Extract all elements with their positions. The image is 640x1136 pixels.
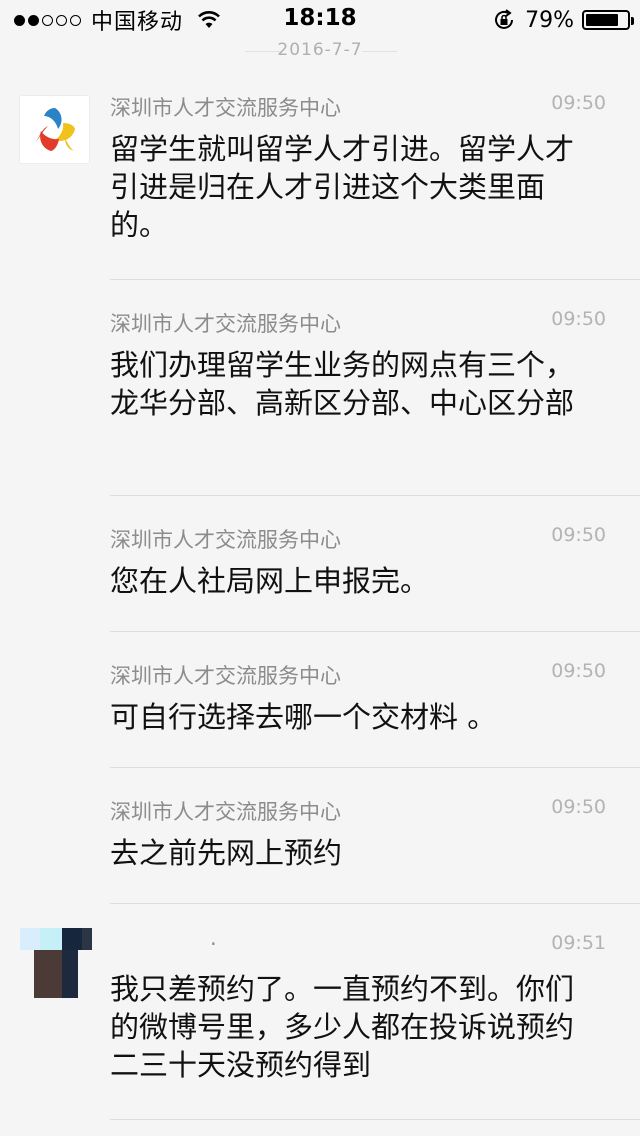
message-time: 09:50 [551, 796, 606, 818]
status-right: 79% [493, 6, 634, 34]
message-text: 去之前先网上预约 [110, 836, 343, 870]
message-time: 09:50 [551, 92, 606, 114]
message-text: 我只差预约了。一直预约不到。你们的微博号里，多少人都在投诉说预约二三十天没预约得… [110, 972, 575, 1082]
message-item[interactable]: 深圳市人才交流服务中心 09:50 您在人社局网上申报完。 [110, 524, 640, 632]
message-sender: 深圳市人才交流服务中心 [110, 96, 341, 120]
message-text: 留学生就叫留学人才引进。留学人才引进是归在人才引进这个大类里面的。 [110, 132, 575, 242]
message-item[interactable]: 深圳市人才交流服务中心 09:50 可自行选择去哪一个交材料 。 [110, 660, 640, 768]
message-item[interactable]: 深圳市人才交流服务中心 09:50 留学生就叫留学人才引进。留学人才引进是归在人… [110, 92, 640, 280]
user-avatar[interactable] [20, 928, 92, 998]
message-text: 我们办理留学生业务的网点有三个，龙华分部、高新区分部、中心区分部 [110, 348, 575, 420]
battery-fill [586, 14, 618, 26]
date-divider: 2016-7-7 [0, 38, 640, 66]
message-divider [110, 631, 640, 632]
message-sender: 深圳市人才交流服务中心 [110, 528, 341, 552]
message-item[interactable]: . 09:51 我只差预约了。一直预约不到。你们的微博号里，多少人都在投诉说预约… [110, 926, 640, 1120]
battery-percent: 79% [525, 7, 574, 33]
message-time: 09:51 [551, 932, 606, 954]
message-time: 09:50 [551, 524, 606, 546]
message-divider [110, 279, 640, 280]
message-text: 可自行选择去哪一个交材料 。 [110, 700, 497, 734]
message-sender: 深圳市人才交流服务中心 [110, 664, 341, 688]
message-divider [110, 495, 640, 496]
message-item[interactable]: 深圳市人才交流服务中心 09:50 我们办理留学生业务的网点有三个，龙华分部、高… [110, 308, 640, 496]
org-avatar[interactable] [19, 95, 90, 164]
org-logo-icon [36, 108, 75, 151]
message-text: 您在人社局网上申报完。 [110, 564, 430, 598]
date-label: 2016-7-7 [277, 40, 363, 60]
message-sender: 深圳市人才交流服务中心 [110, 800, 341, 824]
message-time: 09:50 [551, 660, 606, 682]
message-divider [110, 1119, 640, 1120]
message-divider [110, 767, 640, 768]
status-bar: 中国移动 18:18 79% [0, 0, 640, 40]
battery-icon [582, 10, 634, 30]
rotation-lock-icon [495, 9, 514, 29]
message-sender: . [210, 926, 217, 950]
message-item[interactable]: 深圳市人才交流服务中心 09:50 去之前先网上预约 [110, 796, 640, 904]
message-divider [110, 903, 640, 904]
message-time: 09:50 [551, 308, 606, 330]
message-sender: 深圳市人才交流服务中心 [110, 312, 341, 336]
